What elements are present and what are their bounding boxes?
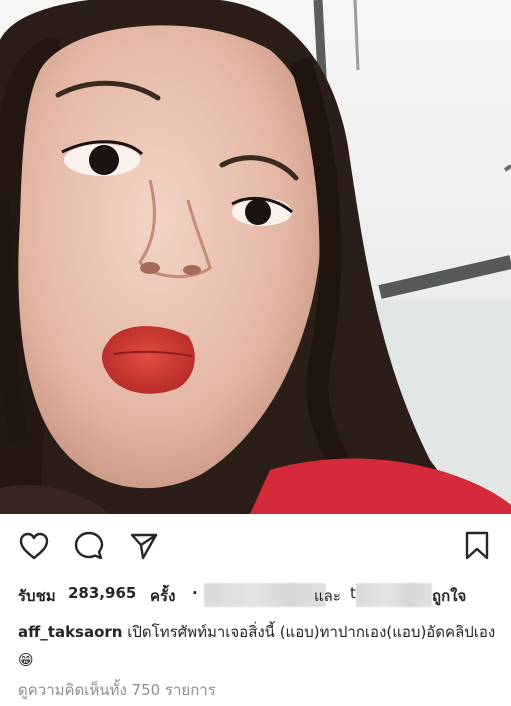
save-button[interactable] bbox=[459, 528, 495, 564]
send-icon bbox=[130, 533, 158, 560]
blurred-username bbox=[204, 583, 326, 607]
view-all-comments-link[interactable]: ดูความคิดเห็นทั้ง 750 รายการ bbox=[18, 678, 498, 702]
caption-username[interactable]: aff_taksaorn bbox=[18, 623, 122, 641]
views-prefix: รับชม bbox=[18, 587, 56, 605]
post-caption: aff_taksaorn เปิดโทรศัพท์มาเจอสิ่งนี้ (แ… bbox=[18, 618, 498, 674]
heart-icon bbox=[19, 532, 49, 560]
share-button[interactable] bbox=[126, 528, 162, 564]
views-suffix: ถูกใจ bbox=[432, 587, 467, 605]
comment-icon bbox=[74, 531, 104, 560]
bookmark-icon bbox=[465, 531, 489, 560]
views-conjunction: และ bbox=[314, 587, 341, 605]
views-separator: · bbox=[192, 584, 198, 602]
like-button[interactable] bbox=[16, 528, 52, 564]
views-trailing-fragment: t bbox=[350, 584, 356, 602]
post-photo-illustration bbox=[0, 0, 511, 514]
blurred-username bbox=[356, 583, 432, 607]
post-photo[interactable] bbox=[0, 0, 511, 514]
views-count: 283,965 bbox=[68, 584, 137, 602]
view-count-line: รับชม 283,965 ครั้ง · และ t ถูกใจ bbox=[18, 582, 498, 608]
caption-emoji: 😁 bbox=[18, 651, 34, 669]
comment-button[interactable] bbox=[71, 528, 107, 564]
views-unit: ครั้ง bbox=[150, 587, 176, 605]
caption-text: เปิดโทรศัพท์มาเจอสิ่งนี้ (แอบ)ทาปากเอง(แ… bbox=[127, 623, 496, 641]
post-action-bar bbox=[0, 528, 511, 568]
